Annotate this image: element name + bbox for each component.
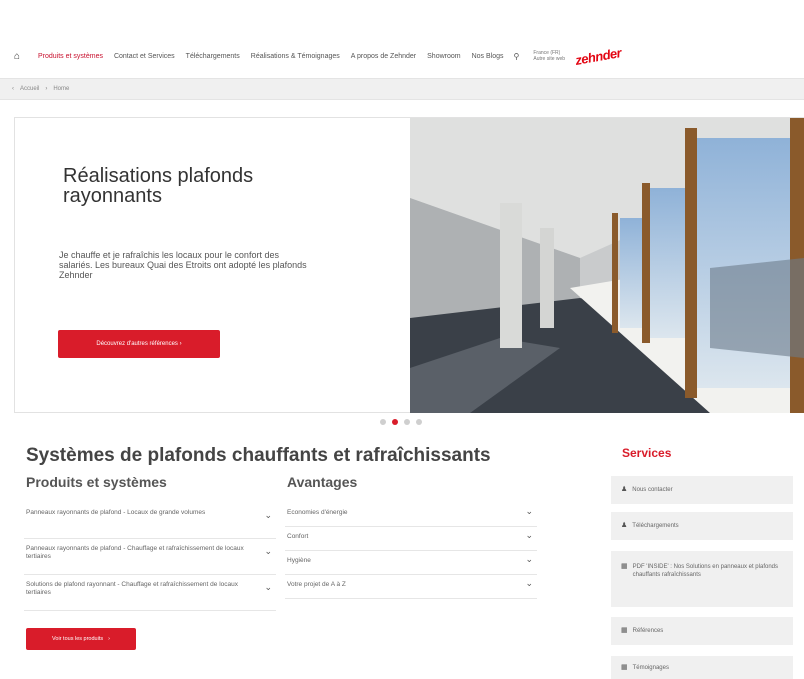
slider-dot[interactable] [416, 419, 422, 425]
product-accordion-item[interactable]: Panneaux rayonnants de plafond - Locaux … [24, 503, 276, 539]
chevron-left-icon: ‹ [12, 86, 14, 92]
service-label: Téléchargements [632, 523, 679, 529]
chevron-down-icon: ⌄ [525, 554, 533, 564]
office-interior-image [410, 118, 804, 413]
services-title: Services [622, 446, 672, 460]
accordion-label: Panneaux rayonnants de plafond - Chauffa… [26, 545, 244, 560]
breadcrumb: ‹ Accueil › Home [0, 78, 804, 100]
nav-item-contact[interactable]: Contact et Services [114, 53, 175, 60]
hero-slider: Réalisations plafonds rayonnants Je chau… [14, 117, 804, 413]
nav-menu: Produits et systèmes Contact et Services… [38, 53, 504, 60]
search-icon[interactable]: ⚲ [514, 52, 520, 61]
hero-text: Je chauffe et je rafraîchis les locaux p… [59, 250, 307, 280]
chevron-down-icon: ⌄ [264, 582, 272, 592]
country-selector[interactable]: France (FR) Autre site web [533, 50, 571, 62]
nav-item-downloads[interactable]: Téléchargements [186, 53, 240, 60]
all-products-button[interactable]: Voir tous les produits › [26, 628, 136, 650]
accordion-label: Votre projet de A à Z [287, 581, 346, 588]
grid-icon: ▦ [621, 663, 628, 671]
grid-icon: ▦ [621, 563, 628, 570]
chevron-down-icon: ⌄ [264, 510, 272, 520]
products-heading: Produits et systèmes [26, 474, 167, 490]
service-pdf-inside[interactable]: ▦ PDF 'INSIDE' : Nos Solutions en pannea… [611, 551, 793, 607]
service-label: Références [632, 628, 664, 634]
zehnder-logo[interactable]: zehnder [574, 45, 622, 68]
product-accordion-item[interactable]: Panneaux rayonnants de plafond - Chauffa… [24, 539, 276, 575]
nav-item-about[interactable]: A propos de Zehnder [351, 53, 416, 60]
office-interior-illustration [410, 118, 804, 413]
product-accordion-item[interactable]: Solutions de plafond rayonnant - Chauffa… [24, 575, 276, 611]
accordion-label: Panneaux rayonnants de plafond - Locaux … [26, 509, 206, 516]
chevron-down-icon: ⌄ [525, 578, 533, 588]
slider-dot[interactable] [380, 419, 386, 425]
chevron-right-icon: › [108, 636, 110, 642]
advantage-accordion-item[interactable]: Hygiène ⌄ [285, 551, 537, 575]
nav-item-showroom[interactable]: Showroom [427, 53, 460, 60]
section-title: Systèmes de plafonds chauffants et rafra… [26, 445, 491, 466]
chevron-down-icon: ⌄ [525, 530, 533, 540]
nav-item-references[interactable]: Réalisations & Témoignages [251, 53, 340, 60]
service-contact[interactable]: ♟ Nous contacter [611, 476, 793, 504]
main-navigation: ⌂ Produits et systèmes Contact et Servic… [14, 36, 794, 76]
accordion-label: Solutions de plafond rayonnant - Chauffa… [26, 581, 238, 596]
breadcrumb-item[interactable]: Accueil [20, 86, 39, 92]
hero-title: Réalisations plafonds rayonnants [63, 165, 254, 207]
breadcrumb-item[interactable]: Home [53, 86, 69, 92]
service-label: PDF 'INSIDE' : Nos Solutions en panneaux… [632, 564, 778, 578]
chevron-right-icon: › [177, 341, 182, 347]
hero-button-label: Découvrez d'autres références [96, 341, 178, 347]
home-icon[interactable]: ⌂ [14, 51, 32, 62]
person-icon: ♟ [621, 522, 628, 529]
grid-icon: ▦ [621, 627, 628, 634]
accordion-label: Economies d'énergie [287, 509, 348, 516]
accordion-label: Hygiène [287, 557, 311, 564]
nav-item-blogs[interactable]: Nos Blogs [472, 53, 504, 60]
accordion-label: Confort [287, 533, 309, 540]
person-icon: ♟ [621, 486, 628, 493]
slider-dot-active[interactable] [392, 419, 398, 425]
products-button-label: Voir tous les produits [52, 636, 104, 642]
service-downloads[interactable]: ♟ Téléchargements [611, 512, 793, 540]
advantage-accordion-item[interactable]: Economies d'énergie ⌄ [285, 503, 537, 527]
advantages-heading: Avantages [287, 474, 358, 490]
nav-item-products[interactable]: Produits et systèmes [38, 53, 103, 60]
service-label: Nous contacter [632, 487, 673, 493]
advantage-accordion-item[interactable]: Votre projet de A à Z ⌄ [285, 575, 537, 599]
service-references[interactable]: ▦ Références [611, 617, 793, 645]
chevron-right-icon: › [45, 86, 48, 92]
slider-pagination [380, 419, 422, 425]
service-label: Témoignages [632, 664, 669, 671]
discover-references-button[interactable]: Découvrez d'autres références › [58, 330, 220, 358]
chevron-down-icon: ⌄ [264, 546, 272, 556]
country-line-2: Autre site web [533, 56, 566, 62]
chevron-down-icon: ⌄ [525, 506, 533, 516]
service-testimonials[interactable]: ▦ Témoignages [611, 656, 793, 679]
advantage-accordion-item[interactable]: Confort ⌄ [285, 527, 537, 551]
slider-dot[interactable] [404, 419, 410, 425]
